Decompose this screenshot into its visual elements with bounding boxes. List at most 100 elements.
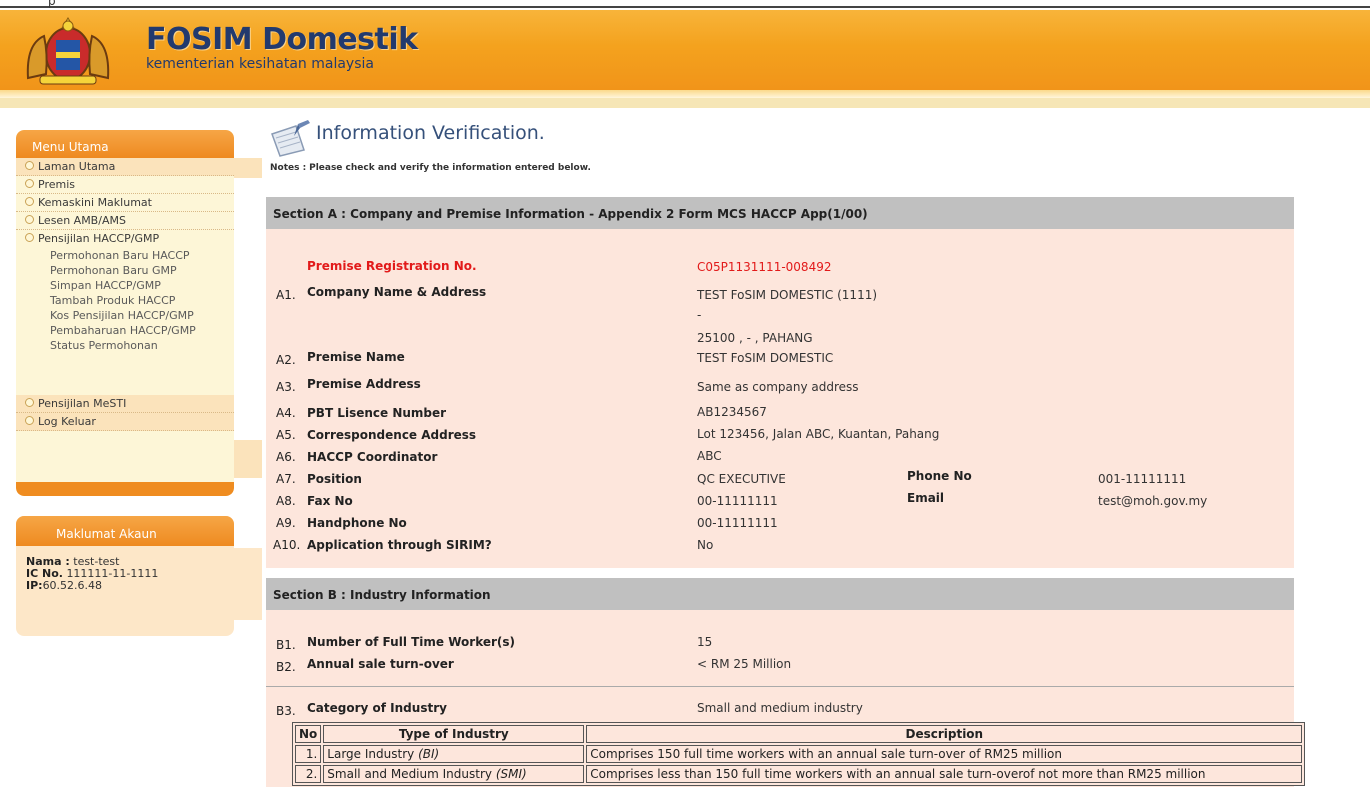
premise-name-label: Premise Name (307, 350, 405, 364)
menu-item-lesen[interactable]: Lesen AMB/AMS (16, 212, 234, 230)
site-subtitle: kementerian kesihatan malaysia (146, 56, 374, 72)
menu-heading: Menu Utama (16, 130, 234, 158)
menu-tab-decoration (234, 440, 262, 478)
company-address-line2: - (697, 308, 702, 322)
email-label: Email (907, 491, 945, 505)
menu-tab-decoration (234, 158, 262, 178)
row-num: A2. (276, 353, 296, 367)
malaysia-crest-icon (26, 17, 110, 85)
submenu-status[interactable]: Status Permohonan (16, 338, 234, 353)
ip-label: IP: (26, 579, 43, 592)
correspondence-address-label: Correspondence Address (307, 428, 477, 442)
bullet-icon (25, 398, 34, 407)
company-name-label: Company Name & Address (307, 285, 487, 299)
submenu-kos-pensijilan[interactable]: Kos Pensijilan HACCP/GMP (16, 308, 234, 323)
row-num: A1. (276, 288, 296, 302)
submenu-permohonan-haccp[interactable]: Permohonan Baru HACCP (16, 248, 234, 263)
bullet-icon (25, 179, 34, 188)
page-title: Information Verification. (316, 122, 545, 144)
menu-item-laman-utama[interactable]: Laman Utama (16, 158, 234, 176)
account-body: Nama : test-test IC No. 111111-11-1111 I… (16, 546, 234, 592)
menu-item-label: Kemaskini Maklumat (38, 196, 152, 209)
phone-value: 001-11111111 (1098, 472, 1187, 486)
company-name-value: TEST FoSIM DOMESTIC (1111) (697, 288, 878, 302)
header-stripe (0, 98, 1370, 108)
document-pencil-icon (271, 120, 310, 157)
position-label: Position (307, 472, 362, 486)
bullet-icon (25, 233, 34, 242)
col-header-description: Description (586, 725, 1303, 743)
row-num: B3. (276, 704, 296, 718)
haccp-coordinator-label: HACCP Coordinator (307, 450, 438, 464)
menu-item-label: Log Keluar (38, 415, 96, 428)
type-abbr: (SMI) (495, 767, 527, 781)
category-label: Category of Industry (307, 701, 447, 715)
email-value: test@moh.gov.my (1098, 494, 1208, 508)
handphone-label: Handphone No (307, 516, 407, 530)
menu-footer (16, 482, 234, 496)
table-row: 1. Large Industry (BI) Comprises 150 ful… (295, 745, 1303, 763)
ip-value: 60.52.6.48 (42, 579, 103, 592)
cell-type: Large Industry (BI) (323, 745, 585, 763)
submenu-simpan[interactable]: Simpan HACCP/GMP (16, 278, 234, 293)
turnover-value: < RM 25 Million (697, 657, 792, 671)
main-menu: Menu Utama Laman Utama Premis Kemaskini … (16, 130, 234, 496)
menu-item-kemaskini[interactable]: Kemaskini Maklumat (16, 194, 234, 212)
category-value: Small and medium industry (697, 701, 863, 715)
account-heading: Maklumat Akaun (16, 516, 234, 546)
bullet-icon (25, 161, 34, 170)
type-name: Small and Medium Industry (327, 767, 492, 781)
table-row: 2. Small and Medium Industry (SMI) Compr… (295, 765, 1303, 783)
fax-value: 00-11111111 (697, 494, 778, 508)
submenu-permohonan-gmp[interactable]: Permohonan Baru GMP (16, 263, 234, 278)
cell-no: 1. (295, 745, 322, 763)
menu-item-premis[interactable]: Premis (16, 176, 234, 194)
sirim-value: No (697, 538, 714, 552)
premise-reg-label: Premise Registration No. (307, 259, 477, 273)
menu-item-log-keluar[interactable]: Log Keluar (16, 413, 234, 431)
submenu-tambah-produk[interactable]: Tambah Produk HACCP (16, 293, 234, 308)
col-header-no: No (295, 725, 322, 743)
site-title: FOSIM Domestik (146, 22, 418, 57)
premise-name-value: TEST FoSIM DOMESTIC (697, 351, 834, 365)
menu-item-label: Pensijilan MeSTI (38, 397, 127, 410)
menu-item-label: Laman Utama (38, 160, 116, 173)
sirim-label: Application through SIRIM? (307, 538, 492, 552)
row-num: A6. (276, 450, 296, 464)
premise-reg-value: C05P1131111-008492 (697, 260, 832, 274)
row-num: A3. (276, 380, 296, 394)
header-shade (0, 90, 1370, 98)
menu-item-label: Premis (38, 178, 75, 191)
turnover-label: Annual sale turn-over (307, 657, 454, 671)
menu-item-mesti[interactable]: Pensijilan MeSTI (16, 395, 234, 413)
workers-label: Number of Full Time Worker(s) (307, 635, 516, 649)
row-num: B1. (276, 638, 296, 652)
correspondence-address-value: Lot 123456, Jalan ABC, Kuantan, Pahang (697, 427, 940, 441)
haccp-coordinator-value: ABC (697, 449, 722, 463)
row-num: A7. (276, 472, 296, 486)
cell-type: Small and Medium Industry (SMI) (323, 765, 585, 783)
row-num: A8. (276, 494, 296, 508)
notes-label: Notes : (270, 163, 307, 173)
section-a-heading: Section A : Company and Premise Informat… (266, 197, 1294, 229)
account-tab-decoration (234, 548, 262, 620)
page-notes: Notes : Please check and verify the info… (270, 163, 591, 173)
bullet-icon (25, 215, 34, 224)
fax-label: Fax No (307, 494, 353, 508)
table-header-row: No Type of Industry Description (295, 725, 1303, 743)
menu-item-label: Lesen AMB/AMS (38, 214, 126, 227)
col-header-type: Type of Industry (323, 725, 585, 743)
menu-spacer (16, 353, 234, 395)
row-num: A5. (276, 428, 296, 442)
notes-text: Please check and verify the information … (309, 163, 591, 173)
section-a-body (266, 229, 1294, 568)
phone-label: Phone No (907, 469, 972, 483)
menu-item-pensijilan-haccp[interactable]: Pensijilan HACCP/GMP (16, 230, 234, 248)
handphone-value: 00-11111111 (697, 516, 778, 530)
pbt-licence-value: AB1234567 (697, 405, 767, 419)
divider (266, 686, 1294, 687)
row-num: A10. (273, 538, 301, 552)
submenu-pembaharuan[interactable]: Pembaharuan HACCP/GMP (16, 323, 234, 338)
cell-description: Comprises less than 150 full time worker… (586, 765, 1303, 783)
pbt-licence-label: PBT Lisence Number (307, 406, 447, 420)
